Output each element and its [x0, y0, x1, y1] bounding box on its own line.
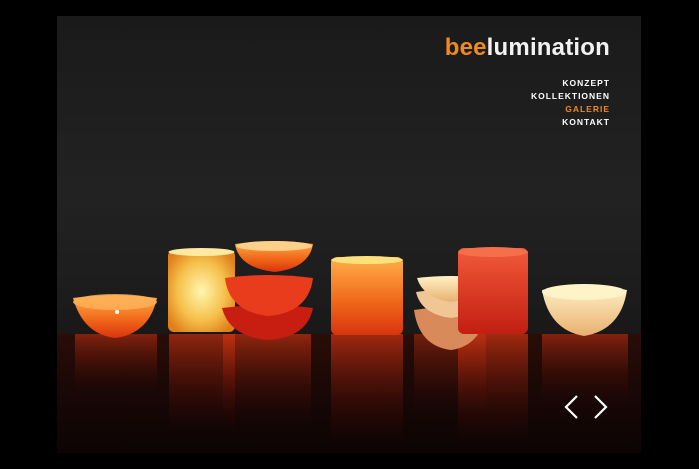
- yellow-candle: [168, 250, 235, 332]
- gallery-stage: beelumination KONZEPT KOLLEKTIONEN GALER…: [57, 16, 641, 453]
- chevron-right-icon[interactable]: [593, 394, 609, 420]
- chevron-left-icon[interactable]: [563, 394, 579, 420]
- nav-item-konzept[interactable]: KONZEPT: [531, 77, 610, 90]
- reflection: [331, 334, 403, 444]
- brand-logo[interactable]: beelumination: [445, 34, 610, 62]
- reflection: [223, 334, 311, 424]
- reflection: [458, 334, 528, 444]
- orange-candle: [331, 257, 403, 335]
- red-candle: [458, 248, 528, 334]
- nav-item-kontakt[interactable]: KONTAKT: [531, 116, 610, 129]
- nav-item-galerie[interactable]: GALERIE: [531, 103, 610, 116]
- main-nav: KONZEPT KOLLEKTIONEN GALERIE KONTAKT: [531, 77, 610, 129]
- reflection: [75, 334, 157, 394]
- gallery-controls: [563, 394, 609, 420]
- brand-logo-part2: lumination: [486, 34, 610, 61]
- brand-logo-part1: bee: [444, 34, 487, 61]
- nav-item-kollektionen[interactable]: KOLLEKTIONEN: [531, 90, 610, 103]
